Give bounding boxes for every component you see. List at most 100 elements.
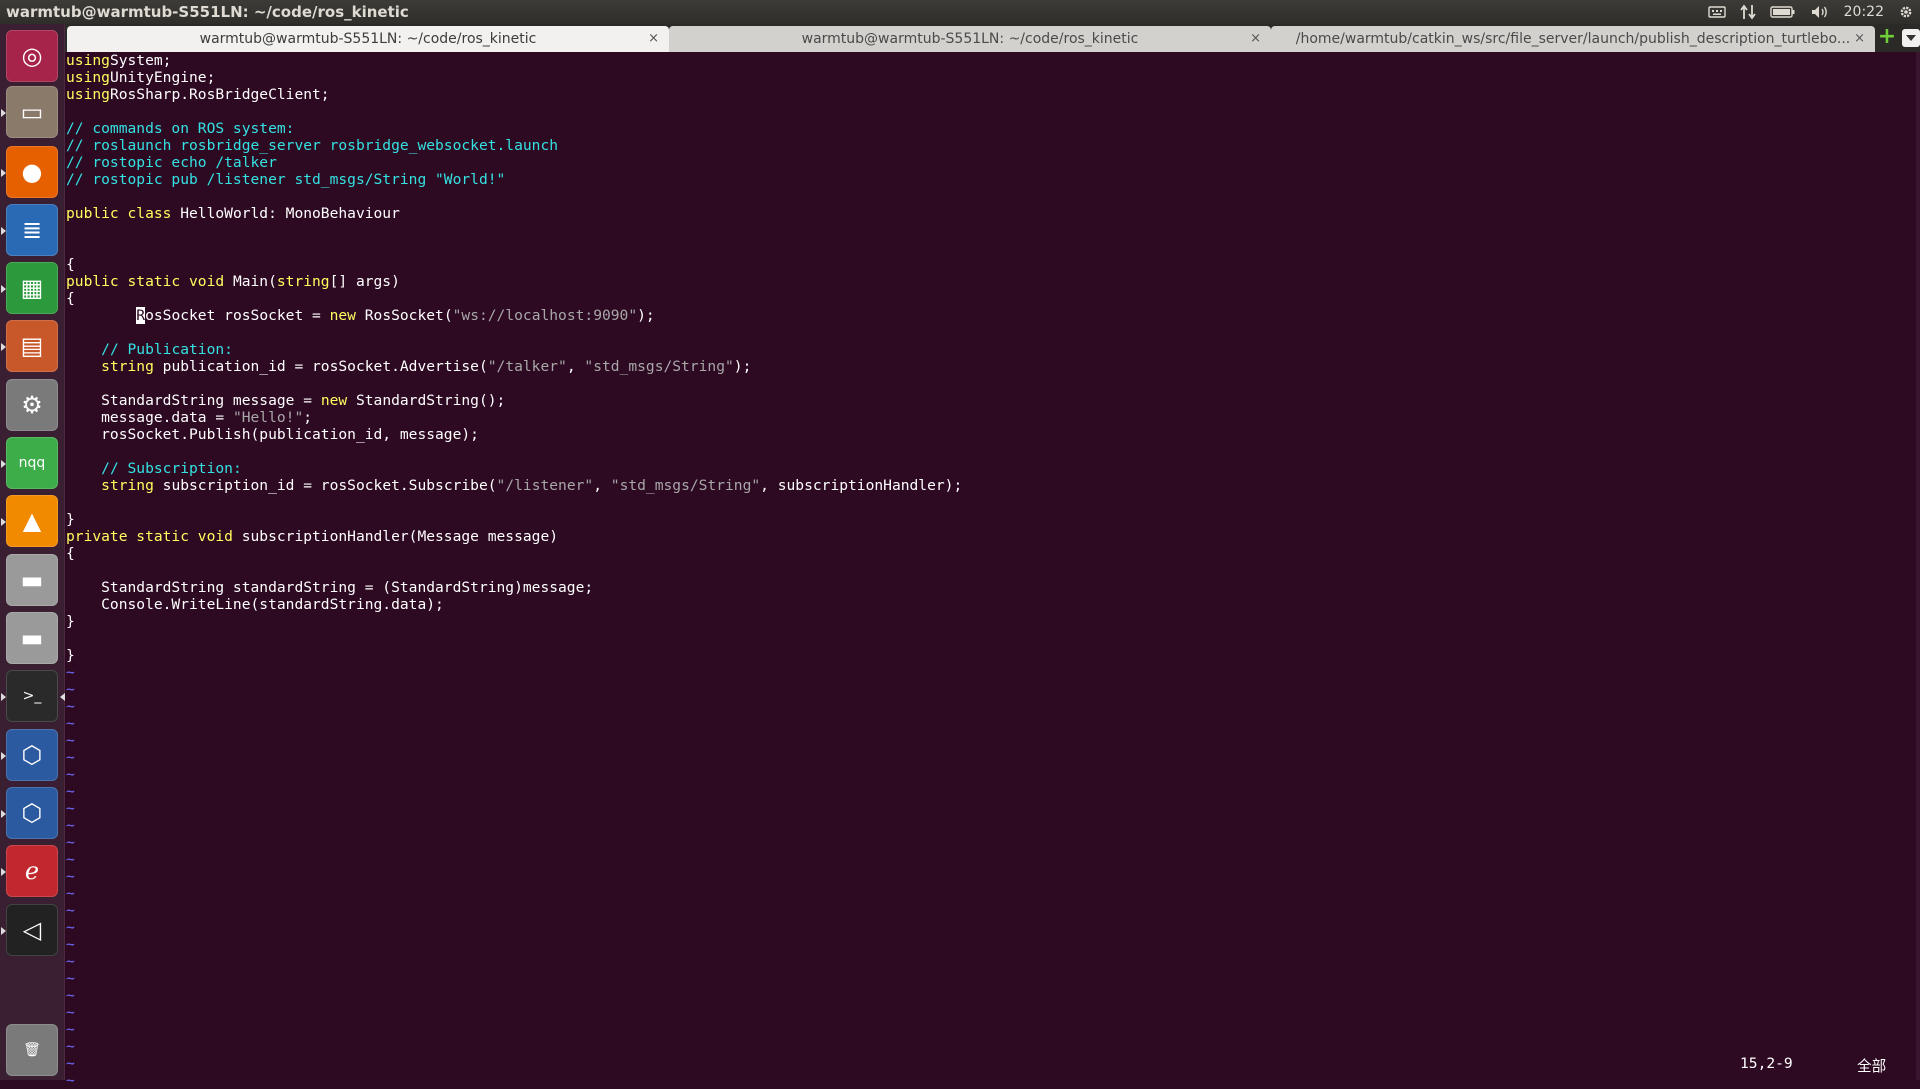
empty-line-marker: ~ [66,936,75,953]
code-line: } [66,511,75,528]
code-text: RosSharp.RosBridgeClient; [109,86,330,103]
network-icon[interactable] [1739,2,1756,22]
running-indicator [1,460,6,468]
code-text: Main( [224,273,277,290]
empty-line-marker: ~ [66,868,75,885]
writer-icon[interactable]: ≣ [1,204,58,256]
files-icon[interactable]: ▭ [1,86,58,138]
code-line: usingUnityEngine; [66,69,215,86]
code-text: { [66,290,75,307]
empty-line-marker: ~ [66,783,75,800]
keyboard-icon[interactable] [1707,2,1726,22]
running-indicator [1,169,6,177]
code-line: Console.WriteLine(standardString.data); [66,596,444,613]
running-indicator [1,343,6,351]
virtualbox-icon-2[interactable]: ⬡ [1,787,58,839]
nqq-icon[interactable]: nqq [1,437,58,489]
empty-line-marker: ~ [66,732,75,749]
unity-icon-glyph: ◁ [22,916,42,944]
terminal-icon[interactable]: >_ [1,670,65,722]
tab-close-icon[interactable]: × [648,31,659,46]
keyword: new [329,307,356,324]
empty-line-marker: ~ [66,902,75,919]
ubuntu-dash-icon[interactable]: ◎ [6,30,58,82]
empty-line-marker: ~ [66,1072,75,1089]
battery-icon[interactable] [1769,2,1796,22]
nqq-icon-glyph: nqq [18,455,46,471]
code-text: { [66,256,75,273]
tab-1[interactable]: warmtub@warmtub-S551LN: ~/code/ros_kinet… [67,26,669,52]
vim-editor[interactable]: usingSystem; usingUnityEngine; usingRosSha… [65,52,1920,1089]
code-text: StandardString standardString = (Standar… [66,579,594,596]
clock[interactable]: 20:22 [1844,2,1884,22]
code-line: // rostopic echo /talker [66,154,277,171]
settings-icon[interactable]: ⚙ [6,379,58,431]
tab-3[interactable]: /home/warmtub/catkin_ws/src/file_server/… [1271,26,1875,52]
gear-icon[interactable] [1898,2,1914,22]
tab-close-icon[interactable]: × [1854,31,1865,46]
tab-close-icon[interactable]: × [1250,31,1261,46]
code-line: // roslaunch rosbridge_server rosbridge_… [66,137,558,154]
keyword: using [66,52,110,69]
calc-icon[interactable]: ▦ [1,262,58,314]
empty-line-marker: ~ [66,800,75,817]
code-text: subscriptionHandler(Message message) [232,528,559,545]
firefox-icon[interactable]: ● [1,146,58,198]
vlc-icon[interactable]: ▲ [1,495,58,547]
running-indicator [1,752,6,760]
empty-line-marker: ~ [66,749,75,766]
comment: // Subscription: [101,460,242,477]
tab-menu-button[interactable] [1902,29,1920,47]
calc-icon-glyph: ▦ [20,274,44,302]
empty-line-marker: ~ [66,1021,75,1038]
code-text: rosSocket.Publish(publication_id, messag… [66,426,479,443]
unity-icon[interactable]: ◁ [1,904,58,956]
code-text: HelloWorld: MonoBehaviour [171,205,400,222]
text-cursor: R [136,307,146,324]
code-text: } [66,511,75,528]
files-icon-glyph: ▭ [20,98,44,126]
virtualbox-icon-2-glyph: ⬡ [21,799,43,827]
code-text: message.data = [66,409,233,426]
comment: // rostopic echo /talker [66,154,277,171]
tab-label: warmtub@warmtub-S551LN: ~/code/ros_kinet… [199,31,537,47]
tab-label: warmtub@warmtub-S551LN: ~/code/ros_kinet… [801,31,1139,47]
drive-icon-2[interactable]: ▬ [6,612,58,664]
code-line: message.data = "Hello!"; [66,409,312,426]
virtualbox-icon-glyph: ⬡ [21,741,43,769]
top-panel: warmtub@warmtub-S551LN: ~/code/ros_kinet… [0,0,1920,24]
code-text: } [66,613,75,630]
code-line: RosSocket rosSocket = new RosSocket("ws:… [66,307,655,324]
empty-line-marker: ~ [66,766,75,783]
scrollbar[interactable] [1916,52,1920,1080]
launcher: ◎ ▭ ● ≣ ▦ ▤ ⚙ nqq ▲ ▬ ▬ >_ ⬡ ⬡ ℯ ◁ 🗑 [0,24,65,1080]
trash-icon-glyph: 🗑 [23,1042,41,1058]
running-indicator [1,868,6,876]
running-indicator [1,285,6,293]
code-line: rosSocket.Publish(publication_id, messag… [66,426,479,443]
code-text: System; [109,52,172,69]
code-text: publication_id = rosSocket.Advertise( [153,358,488,375]
drive-icon[interactable]: ▬ [6,554,58,606]
empty-line-marker: ~ [66,885,75,902]
comment: // commands on ROS system: [66,120,295,137]
impress-icon[interactable]: ▤ [1,320,58,372]
tab-label: /home/warmtub/catkin_ws/src/file_server/… [1295,31,1851,47]
empty-line-marker: ~ [66,987,75,1004]
empty-line-marker: ~ [66,851,75,868]
volume-icon[interactable] [1810,2,1830,22]
tab-2[interactable]: warmtub@warmtub-S551LN: ~/code/ros_kinet… [669,26,1271,52]
code-text: ); [733,358,752,375]
code-line: private static void subscriptionHandler(… [66,528,558,545]
trash-icon[interactable]: 🗑 [6,1024,58,1076]
indicator-area: 20:22 [1707,2,1914,22]
new-tab-button[interactable]: + [1877,26,1897,48]
keyword: string [101,477,154,494]
virtualbox-icon[interactable]: ⬡ [1,729,58,781]
comment: // rostopic pub /listener std_msgs/Strin… [66,171,506,188]
empty-line-marker: ~ [66,1038,75,1055]
pdf-viewer-icon[interactable]: ℯ [1,845,58,897]
running-indicator [1,109,6,117]
code-text: , [566,358,585,375]
